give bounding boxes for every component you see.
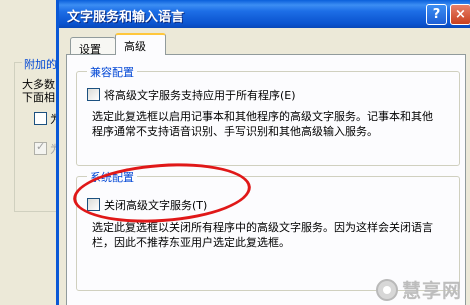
close-button[interactable]: × xyxy=(450,4,470,25)
apply-advanced-services-label[interactable]: 将高级文字服务支持应用于所有程序(E) xyxy=(104,87,296,103)
compatibility-description: 选定此复选框以启用记事本和其他程序的高级文字服务。记事本和其他程序通常不支持语音… xyxy=(92,110,433,138)
turn-off-advanced-services-checkbox[interactable] xyxy=(87,198,100,211)
apply-advanced-services-checkbox[interactable] xyxy=(87,88,100,101)
compatibility-group: 兼容配置 将高级文字服务支持应用于所有程序(E) 选定此复选框以启用记事本和其他… xyxy=(76,64,460,166)
background-group-title: 附加的 xyxy=(22,56,59,72)
help-button[interactable]: ? xyxy=(426,4,447,25)
compatibility-group-title: 兼容配置 xyxy=(87,64,137,80)
tab-advanced[interactable]: 高级 xyxy=(115,33,166,55)
watermark-logo-icon xyxy=(375,278,398,301)
text-services-dialog: 文字服务和输入语言 ? × 设置 高级 兼容配置 将高级文字服务支持应用于所有程… xyxy=(56,0,470,305)
check-icon: ✓ xyxy=(36,140,46,153)
tab-settings[interactable]: 设置 xyxy=(70,37,116,56)
dialog-title: 文字服务和输入语言 xyxy=(67,10,185,25)
turn-off-advanced-services-label[interactable]: 关闭高级文字服务(T) xyxy=(104,197,207,213)
system-group-title: 系统配置 xyxy=(87,169,137,185)
background-description-line-2: 下面相 xyxy=(22,91,55,104)
background-checkbox-2: ✓ xyxy=(34,140,47,155)
watermark-text: 慧享网 xyxy=(401,280,462,302)
system-group: 系统配置 关闭高级文字服务(T) 选定此复选框以关闭所有程序中的高级文字服务。因… xyxy=(76,169,460,291)
watermark: 慧享网 xyxy=(375,276,462,303)
background-checkbox-1[interactable] xyxy=(34,112,47,125)
advanced-tab-panel: 兼容配置 将高级文字服务支持应用于所有程序(E) 选定此复选框以启用记事本和其他… xyxy=(66,54,466,305)
title-bar[interactable]: 文字服务和输入语言 ? × xyxy=(59,0,470,28)
system-description: 选定此复选框以关闭所有程序中的高级文字服务。因为这样会关闭语言栏，因此不推荐东亚… xyxy=(92,221,433,249)
